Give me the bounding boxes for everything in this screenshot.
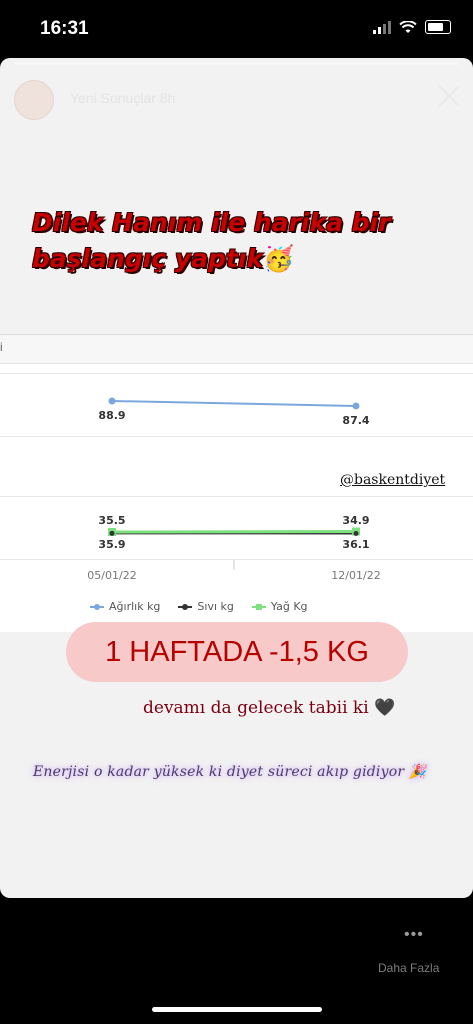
weight-point bbox=[108, 397, 116, 405]
more-button[interactable]: Daha Fazla bbox=[378, 961, 439, 975]
fat-data-label: 35.5 bbox=[98, 514, 125, 527]
fluid-point bbox=[109, 530, 115, 536]
legend-fluid-label: Sıvı kg bbox=[197, 600, 234, 613]
home-indicator[interactable] bbox=[152, 1007, 322, 1012]
legend-weight-marker bbox=[90, 603, 104, 610]
story-progress-bar bbox=[14, 62, 459, 65]
legend-item-weight: Ağırlık kg bbox=[90, 600, 160, 613]
close-icon[interactable] bbox=[435, 82, 463, 110]
fluid-data-label: 35.9 bbox=[98, 538, 125, 551]
result-pill: 1 HAFTADA -1,5 KG bbox=[66, 622, 408, 682]
legend-item-fluid: Sıvı kg bbox=[178, 600, 234, 613]
fluid-point bbox=[353, 530, 359, 536]
script-text: Enerjisi o kadar yüksek ki diyet süreci … bbox=[33, 764, 427, 780]
weight-data-label: 88.9 bbox=[98, 409, 125, 422]
weight-point bbox=[352, 402, 360, 410]
legend-fat-marker bbox=[251, 603, 266, 610]
status-time: 16:31 bbox=[40, 18, 89, 39]
chart-header-bar bbox=[0, 334, 473, 364]
fluid-data-label: 36.1 bbox=[342, 538, 369, 551]
wifi-icon bbox=[399, 20, 417, 33]
chart-header-text: i bbox=[0, 340, 3, 354]
avatar[interactable] bbox=[14, 80, 54, 120]
headline-line-1: Dilek Hanım ile harika bir bbox=[32, 208, 391, 237]
continue-text: devamı da gelecek tabii ki 🖤 bbox=[143, 698, 396, 718]
party-face-icon: 🥳 bbox=[263, 244, 295, 273]
battery-icon bbox=[425, 20, 451, 34]
ellipsis-icon[interactable]: ••• bbox=[404, 926, 424, 944]
legend-fluid-marker bbox=[178, 603, 193, 610]
status-icons bbox=[373, 20, 451, 34]
weight-data-label: 87.4 bbox=[342, 414, 369, 427]
legend-fat-label: Yağ Kg bbox=[270, 600, 308, 613]
legend-item-fat: Yağ Kg bbox=[251, 600, 308, 613]
signal-icon bbox=[373, 20, 391, 34]
weight-series-line bbox=[111, 400, 357, 407]
legend-weight-label: Ağırlık kg bbox=[109, 600, 161, 613]
x-tick-label: 05/01/22 bbox=[87, 569, 136, 582]
chart-legend: Ağırlık kg Sıvı kg Yağ Kg bbox=[90, 600, 308, 613]
x-tick-label: 12/01/22 bbox=[331, 569, 380, 582]
story-headline: Dilek Hanım ile harika bir başlangıç yap… bbox=[32, 205, 452, 277]
headline-line-2: başlangıç yaptık bbox=[32, 244, 264, 273]
instagram-handle-sticker[interactable]: @baskentdiyet bbox=[340, 472, 445, 488]
fat-data-label: 34.9 bbox=[342, 514, 369, 527]
story-username[interactable]: Yeni Sonuçlar 8h bbox=[70, 90, 175, 106]
